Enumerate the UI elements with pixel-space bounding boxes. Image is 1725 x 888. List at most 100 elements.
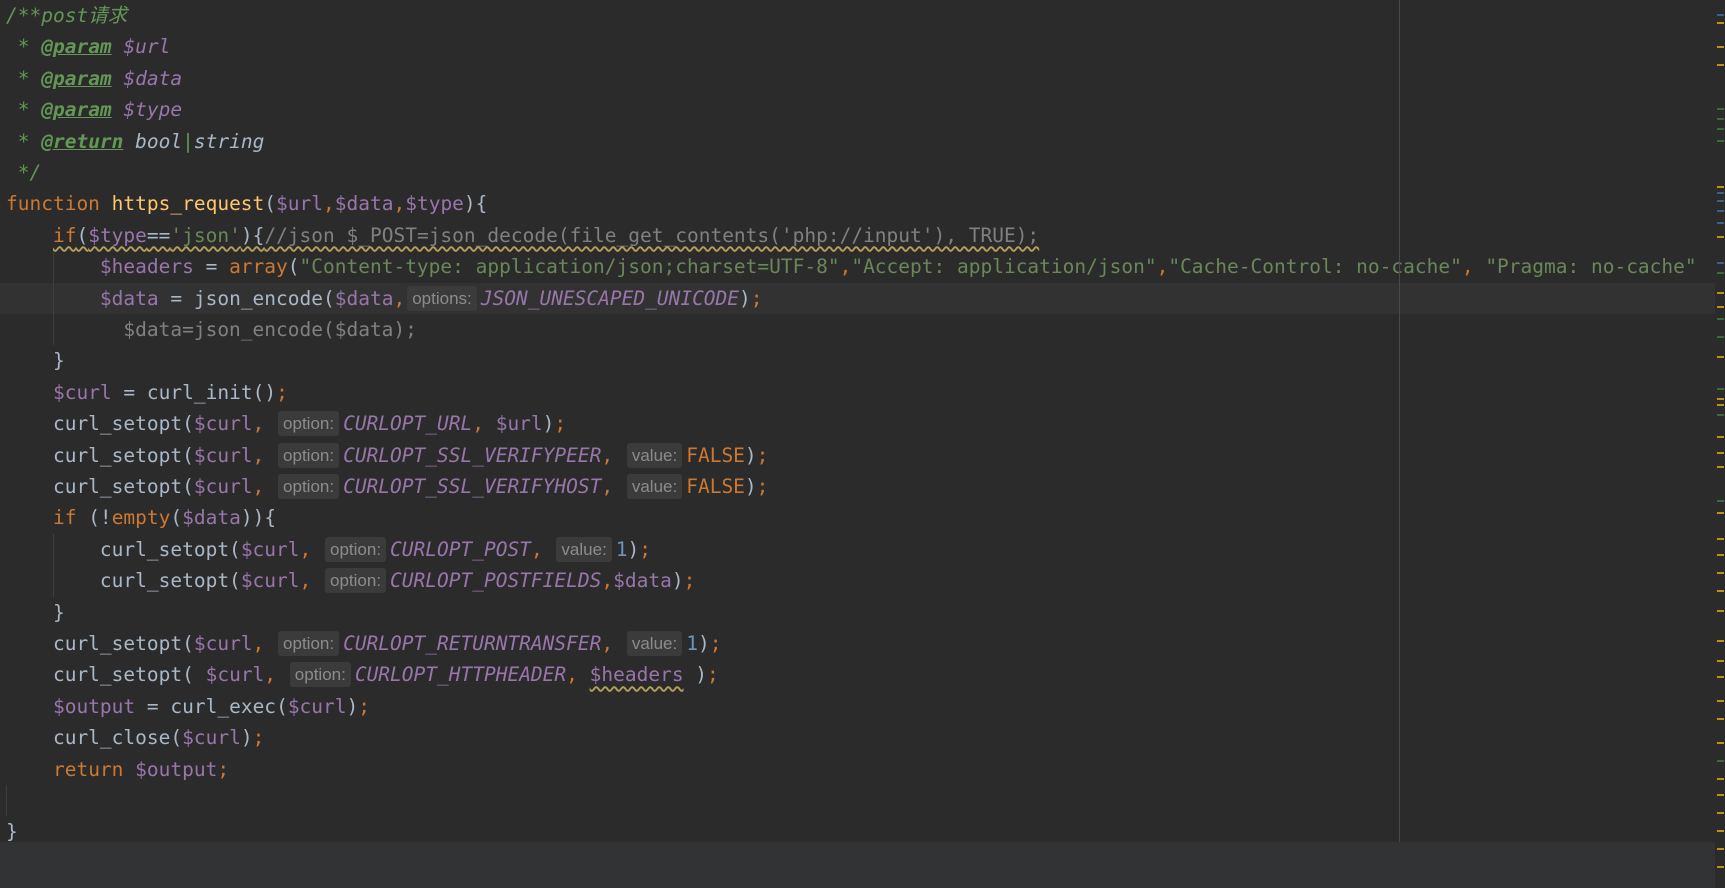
code-token: curl_setopt( bbox=[6, 663, 206, 687]
code-token: $curl bbox=[193, 632, 253, 655]
code-token: $curl bbox=[205, 663, 265, 687]
code-line[interactable]: if($type=='json'){//json $_POST=json_dec… bbox=[0, 220, 1715, 251]
stripe-marker[interactable] bbox=[1717, 436, 1724, 438]
stripe-marker[interactable] bbox=[1717, 192, 1724, 194]
stripe-marker[interactable] bbox=[1717, 466, 1724, 468]
code-line[interactable]: $headers = array("Content-type: applicat… bbox=[0, 251, 1715, 282]
stripe-marker[interactable] bbox=[1717, 200, 1724, 202]
stripe-marker[interactable] bbox=[1717, 866, 1724, 868]
code-token: == bbox=[146, 223, 171, 247]
code-line[interactable]: $output = curl_exec($curl); bbox=[0, 691, 1715, 722]
stripe-marker[interactable] bbox=[1717, 222, 1724, 224]
stripe-marker[interactable] bbox=[1717, 640, 1724, 642]
stripe-marker[interactable] bbox=[1717, 336, 1724, 338]
code-line[interactable]: function https_request($url,$data,$type)… bbox=[0, 188, 1715, 219]
stripe-marker[interactable] bbox=[1717, 848, 1724, 850]
code-line[interactable]: curl_setopt($curl, option: CURLOPT_SSL_VE… bbox=[0, 440, 1715, 471]
parameter-hint[interactable]: option: bbox=[289, 662, 351, 688]
stripe-marker[interactable] bbox=[1717, 554, 1724, 556]
code-area[interactable]: /**post请求 * @param $url * @param $data *… bbox=[0, 0, 1715, 843]
stripe-marker[interactable] bbox=[1717, 292, 1724, 294]
stripe-marker[interactable] bbox=[1717, 140, 1724, 142]
stripe-marker[interactable] bbox=[1717, 262, 1724, 264]
code-line[interactable]: $data=json_encode($data); bbox=[0, 314, 1715, 345]
stripe-marker[interactable] bbox=[1717, 46, 1724, 48]
stripe-marker[interactable] bbox=[1717, 318, 1724, 320]
parameter-hint[interactable]: option: bbox=[325, 536, 387, 562]
stripe-marker[interactable] bbox=[1717, 272, 1724, 274]
code-line[interactable]: * @param $data bbox=[0, 63, 1715, 94]
code-line[interactable]: /**post请求 bbox=[0, 0, 1715, 31]
stripe-marker[interactable] bbox=[1717, 794, 1724, 796]
code-line[interactable]: * @param $type bbox=[0, 94, 1715, 125]
stripe-marker[interactable] bbox=[1717, 676, 1724, 678]
parameter-hint[interactable]: option: bbox=[278, 442, 340, 468]
stripe-marker[interactable] bbox=[1717, 398, 1724, 400]
parameter-hint[interactable]: value: bbox=[626, 442, 683, 468]
code-line[interactable]: curl_setopt($curl, option: CURLOPT_RETURN… bbox=[0, 628, 1715, 659]
code-token: ){ bbox=[463, 192, 488, 216]
stripe-marker[interactable] bbox=[1717, 660, 1724, 662]
stripe-marker[interactable] bbox=[1717, 22, 1724, 24]
stripe-marker[interactable] bbox=[1717, 14, 1724, 16]
stripe-marker[interactable] bbox=[1717, 538, 1724, 540]
code-token: $curl bbox=[287, 694, 347, 718]
code-line[interactable]: curl_setopt($curl, option: CURLOPT_POSTFI… bbox=[0, 565, 1715, 596]
stripe-marker[interactable] bbox=[1717, 512, 1724, 514]
code-line[interactable]: curl_setopt($curl, option: CURLOPT_SSL_VE… bbox=[0, 471, 1715, 502]
code-token: $output bbox=[52, 694, 136, 718]
code-line[interactable]: curl_setopt($curl, option: CURLOPT_POST, … bbox=[0, 534, 1715, 565]
code-line[interactable]: return $output; bbox=[0, 754, 1715, 785]
code-line[interactable]: curl_setopt( $curl, option: CURLOPT_HTTPH… bbox=[0, 659, 1715, 690]
code-line[interactable]: curl_close($curl); bbox=[0, 722, 1715, 753]
code-line[interactable]: if (!empty($data)){ bbox=[0, 502, 1715, 533]
stripe-marker[interactable] bbox=[1717, 64, 1724, 66]
stripe-marker[interactable] bbox=[1717, 742, 1724, 744]
stripe-marker[interactable] bbox=[1717, 128, 1724, 130]
code-line[interactable]: } bbox=[0, 345, 1715, 376]
parameter-hint[interactable]: value: bbox=[626, 474, 683, 499]
stripe-marker[interactable] bbox=[1717, 760, 1724, 762]
stripe-marker[interactable] bbox=[1717, 830, 1724, 832]
code-line[interactable]: */ bbox=[0, 157, 1715, 188]
stripe-marker[interactable] bbox=[1717, 118, 1724, 120]
stripe-marker[interactable] bbox=[1717, 186, 1724, 188]
stripe-marker[interactable] bbox=[1717, 306, 1724, 308]
code-line[interactable]: $data = json_encode($data, options: JSON_U… bbox=[0, 282, 1715, 314]
stripe-marker[interactable] bbox=[1717, 404, 1724, 406]
code-line[interactable]: * @return bool|string bbox=[0, 126, 1715, 157]
code-token: CURLOPT_SSL_VERIFYHOST bbox=[343, 475, 602, 498]
code-line[interactable]: curl_setopt($curl, option: CURLOPT_URL, $… bbox=[0, 408, 1715, 439]
stripe-marker[interactable] bbox=[1717, 572, 1724, 574]
code-line[interactable] bbox=[0, 785, 1715, 816]
stripe-marker[interactable] bbox=[1717, 718, 1724, 720]
parameter-hint[interactable]: option: bbox=[325, 568, 387, 594]
parameter-hint[interactable]: value: bbox=[556, 536, 612, 562]
parameter-hint[interactable]: option: bbox=[278, 631, 340, 656]
editor-empty-area[interactable] bbox=[0, 842, 1715, 888]
code-token: , bbox=[601, 569, 614, 593]
code-token: ( bbox=[76, 223, 89, 247]
stripe-marker[interactable] bbox=[1717, 388, 1724, 390]
stripe-marker[interactable] bbox=[1717, 210, 1724, 212]
parameter-hint[interactable]: option: bbox=[278, 411, 340, 437]
stripe-marker[interactable] bbox=[1717, 414, 1724, 416]
stripe-marker[interactable] bbox=[1717, 452, 1724, 454]
stripe-marker[interactable] bbox=[1717, 610, 1724, 612]
stripe-marker[interactable] bbox=[1717, 700, 1724, 702]
parameter-hint[interactable]: value: bbox=[626, 631, 683, 656]
code-line[interactable]: * @param $url bbox=[0, 31, 1715, 62]
stripe-marker[interactable] bbox=[1717, 778, 1724, 780]
stripe-marker[interactable] bbox=[1717, 500, 1724, 502]
stripe-marker[interactable] bbox=[1717, 812, 1724, 814]
stripe-marker[interactable] bbox=[1717, 236, 1724, 238]
error-stripe[interactable] bbox=[1715, 0, 1725, 888]
parameter-hint[interactable]: option: bbox=[278, 474, 340, 499]
code-line[interactable]: $curl = curl_init(); bbox=[0, 377, 1715, 408]
stripe-marker[interactable] bbox=[1717, 108, 1724, 110]
stripe-marker[interactable] bbox=[1717, 590, 1724, 592]
code-line[interactable]: } bbox=[0, 597, 1715, 628]
stripe-marker[interactable] bbox=[1717, 356, 1724, 358]
code-editor[interactable]: /**post请求 * @param $url * @param $data *… bbox=[0, 0, 1725, 888]
parameter-hint[interactable]: options: bbox=[407, 285, 477, 311]
